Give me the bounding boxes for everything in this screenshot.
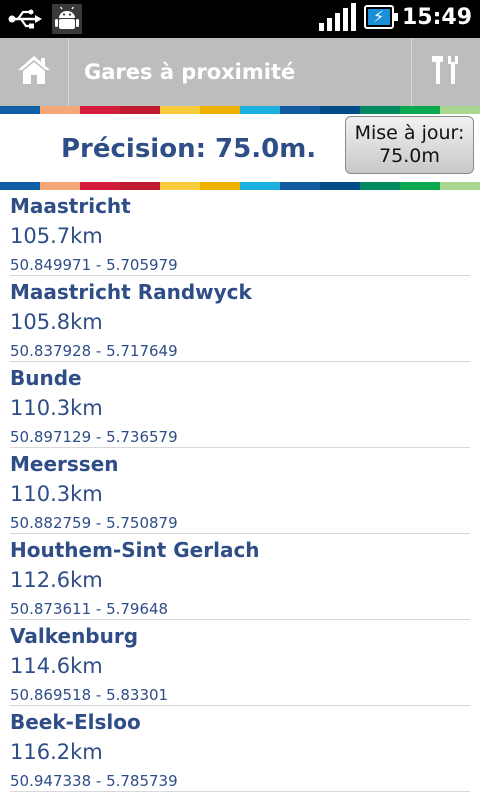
clock: 15:49 <box>401 4 472 30</box>
list-item[interactable]: Maastricht Randwyck 105.8km 50.837928 - … <box>0 276 480 362</box>
update-button-label: Mise à jour: <box>354 122 465 144</box>
stripe-segment <box>80 106 120 114</box>
update-button-value: 75.0m <box>379 145 440 167</box>
list-item[interactable]: Valkenburg 114.6km 50.869518 - 5.83301 <box>0 620 480 706</box>
station-coords: 50.869518 - 5.83301 <box>10 686 169 704</box>
stripe-segment <box>0 106 40 114</box>
list-item[interactable]: Maastricht 105.7km 50.849971 - 5.705979 <box>0 190 480 276</box>
status-bar-system: ⚡ 15:49 <box>318 3 472 31</box>
usb-icon <box>8 8 42 34</box>
station-coords: 50.897129 - 5.736579 <box>10 428 178 446</box>
station-name: Meerssen <box>10 452 119 476</box>
stripe-segment <box>80 182 120 190</box>
battery-charging-icon: ⚡ <box>363 5 398 29</box>
station-name: Bunde <box>10 366 82 390</box>
station-name: Maastricht Randwyck <box>10 280 252 304</box>
stripe-segment <box>120 182 160 190</box>
color-stripe-bottom <box>0 182 480 190</box>
station-distance: 112.6km <box>10 568 103 592</box>
page-title: Gares à proximité <box>84 60 296 84</box>
home-button[interactable] <box>0 38 69 106</box>
station-distance: 110.3km <box>10 482 103 506</box>
update-button[interactable]: Mise à jour: 75.0m <box>345 116 474 174</box>
station-distance: 105.7km <box>10 224 103 248</box>
color-stripe-top <box>0 106 480 114</box>
list-item[interactable]: Meerssen 110.3km 50.882759 - 5.750879 <box>0 448 480 534</box>
precision-label: Précision: 75.0m. <box>61 134 317 164</box>
list-item[interactable]: Beek-Elsloo 116.2km 50.947338 - 5.785739 <box>0 706 480 792</box>
list-item[interactable]: Bunde 110.3km 50.897129 - 5.736579 <box>0 362 480 448</box>
station-list: Maastricht 105.7km 50.849971 - 5.705979 … <box>0 190 480 792</box>
station-coords: 50.882759 - 5.750879 <box>10 514 178 532</box>
station-name: Beek-Elsloo <box>10 710 141 734</box>
stripe-segment <box>40 106 80 114</box>
list-item[interactable]: Houthem-Sint Gerlach 112.6km 50.873611 -… <box>0 534 480 620</box>
station-coords: 50.849971 - 5.705979 <box>10 256 178 274</box>
station-distance: 110.3km <box>10 396 103 420</box>
stripe-segment <box>240 182 280 190</box>
stripe-segment <box>200 106 240 114</box>
stripe-segment <box>360 106 400 114</box>
stripe-segment <box>400 182 440 190</box>
station-coords: 50.947338 - 5.785739 <box>10 772 178 790</box>
station-name: Houthem-Sint Gerlach <box>10 538 260 562</box>
stripe-segment <box>280 106 320 114</box>
station-coords: 50.873611 - 5.79648 <box>10 600 169 618</box>
settings-button[interactable] <box>411 38 480 106</box>
tools-icon <box>431 54 461 90</box>
stripe-segment <box>160 182 200 190</box>
stripe-segment <box>240 106 280 114</box>
stripe-segment <box>280 182 320 190</box>
stripe-segment <box>440 182 480 190</box>
station-distance: 105.8km <box>10 310 103 334</box>
stripe-segment <box>320 182 360 190</box>
stripe-segment <box>120 106 160 114</box>
status-bar: ⚡ 15:49 <box>0 0 480 38</box>
station-name: Valkenburg <box>10 624 139 648</box>
signal-icon <box>318 3 356 31</box>
station-coords: 50.837928 - 5.717649 <box>10 342 178 360</box>
stripe-segment <box>440 106 480 114</box>
stripe-segment <box>200 182 240 190</box>
station-distance: 116.2km <box>10 740 103 764</box>
stripe-segment <box>160 106 200 114</box>
action-bar: Gares à proximité <box>0 38 480 106</box>
home-icon <box>16 54 52 90</box>
stripe-segment <box>400 106 440 114</box>
android-debug-icon <box>52 4 82 38</box>
station-name: Maastricht <box>10 194 131 218</box>
stripe-segment <box>40 182 80 190</box>
station-distance: 114.6km <box>10 654 103 678</box>
stripe-segment <box>320 106 360 114</box>
stripe-segment <box>0 182 40 190</box>
stripe-segment <box>360 182 400 190</box>
status-bar-notifications <box>8 4 82 38</box>
